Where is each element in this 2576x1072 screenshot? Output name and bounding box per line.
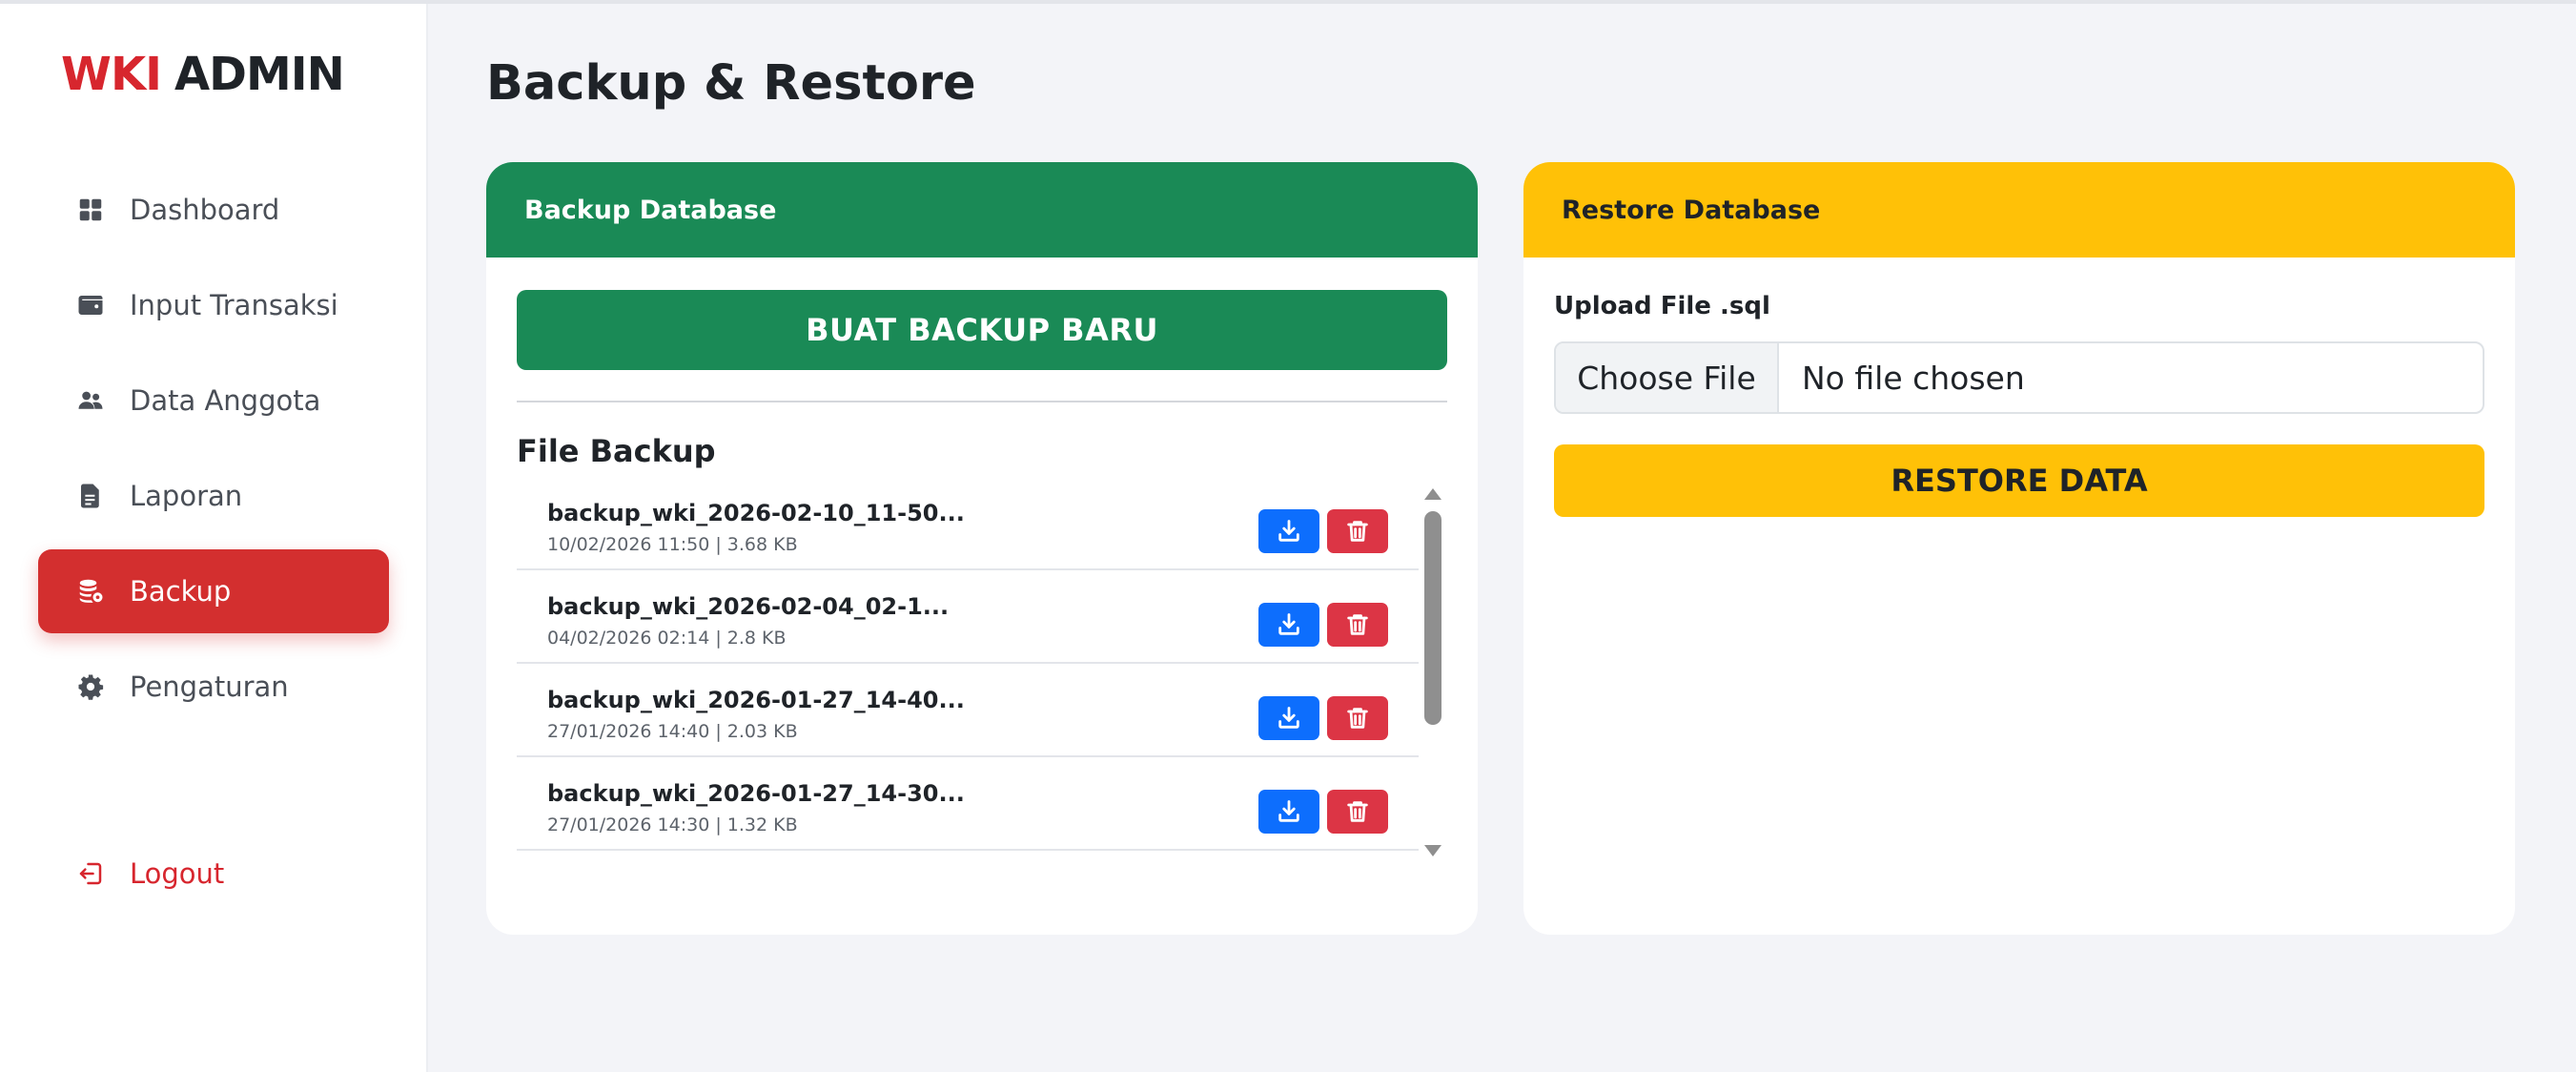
backup-file-meta: 10/02/2026 11:50 | 3.68 KB [547, 534, 798, 555]
download-icon [1278, 707, 1299, 729]
download-button[interactable] [1258, 696, 1319, 740]
sidebar-item-input-transaksi[interactable]: Input Transaksi [38, 263, 389, 347]
create-backup-button[interactable]: BUAT BACKUP BARU [517, 290, 1447, 370]
delete-button[interactable] [1327, 603, 1388, 647]
download-button[interactable] [1258, 790, 1319, 834]
users-icon [76, 386, 105, 415]
download-icon [1278, 800, 1299, 822]
sidebar-item-laporan[interactable]: Laporan [38, 454, 389, 538]
sidebar-item-data-anggota[interactable]: Data Anggota [38, 359, 389, 443]
backup-file-row: backup_wki_2026-01-27_14-40... 27/01/202… [517, 664, 1419, 757]
backup-file-list: backup_wki_2026-02-10_11-50... 10/02/202… [517, 477, 1419, 858]
app-root: WKI ADMIN Dashboard Input Transaksi Data … [0, 0, 2576, 1072]
logout-label: Logout [130, 857, 225, 890]
download-button[interactable] [1258, 509, 1319, 553]
upload-file-label: Upload File .sql [1554, 292, 1770, 320]
download-icon [1278, 613, 1299, 635]
backup-file-name: backup_wki_2026-01-27_14-30... [547, 780, 965, 807]
scroll-up-arrow-icon[interactable] [1424, 488, 1441, 500]
delete-button[interactable] [1327, 509, 1388, 553]
brand-logo[interactable]: WKI ADMIN [61, 48, 345, 101]
gear-icon [76, 672, 105, 701]
sidebar-item-label: Laporan [130, 480, 243, 512]
sidebar-item-label: Dashboard [130, 194, 280, 226]
backup-file-name: backup_wki_2026-02-04_02-1... [547, 593, 950, 620]
logout-icon [76, 859, 105, 888]
trash-icon [1347, 521, 1368, 542]
backup-file-name: backup_wki_2026-02-10_11-50... [547, 500, 965, 526]
backup-file-meta: 04/02/2026 02:14 | 2.8 KB [547, 628, 787, 649]
brand-part-1: WKI [61, 48, 162, 101]
delete-button[interactable] [1327, 696, 1388, 740]
grid-icon [76, 196, 105, 224]
scroll-thumb[interactable] [1424, 511, 1441, 725]
sidebar-item-dashboard[interactable]: Dashboard [38, 168, 389, 252]
sidebar-item-backup[interactable]: Backup [38, 549, 389, 633]
backup-file-row: backup_wki_2026-01-27_14-30... 27/01/202… [517, 757, 1419, 851]
choose-file-button[interactable]: Choose File [1556, 343, 1779, 412]
backup-file-name: backup_wki_2026-01-27_14-40... [547, 687, 965, 713]
file-backup-title: File Backup [517, 433, 716, 469]
sidebar-item-logout[interactable]: Logout [38, 832, 389, 916]
sidebar-item-label: Input Transaksi [130, 289, 338, 321]
sql-file-input[interactable]: Choose File No file chosen [1554, 341, 2484, 414]
download-icon [1278, 520, 1299, 542]
sidebar-item-label: Data Anggota [130, 384, 321, 417]
delete-button[interactable] [1327, 790, 1388, 834]
brand-part-2: ADMIN [174, 48, 345, 101]
sidebar: WKI ADMIN Dashboard Input Transaksi Data … [0, 4, 428, 1072]
trash-icon [1347, 801, 1368, 822]
file-icon [76, 482, 105, 510]
restore-card: Restore Database Upload File .sql Choose… [1523, 162, 2515, 935]
file-list-scrollbar[interactable] [1419, 488, 1447, 858]
backup-card-header: Backup Database [486, 162, 1478, 258]
backup-card: Backup Database BUAT BACKUP BARU File Ba… [486, 162, 1478, 935]
divider [517, 401, 1447, 402]
sidebar-item-label: Pengaturan [130, 670, 289, 703]
backup-file-row: backup_wki_2026-02-04_02-1... 04/02/2026… [517, 570, 1419, 664]
sidebar-item-pengaturan[interactable]: Pengaturan [38, 645, 389, 729]
restore-data-button[interactable]: RESTORE DATA [1554, 444, 2484, 517]
scroll-down-arrow-icon[interactable] [1424, 845, 1441, 856]
sidebar-item-label: Backup [130, 575, 232, 608]
restore-card-header: Restore Database [1523, 162, 2515, 258]
database-icon [76, 577, 105, 606]
backup-file-meta: 27/01/2026 14:40 | 2.03 KB [547, 721, 798, 742]
backup-file-row: backup_wki_2026-02-10_11-50... 10/02/202… [517, 477, 1419, 570]
page-title: Backup & Restore [486, 55, 976, 112]
download-button[interactable] [1258, 603, 1319, 647]
trash-icon [1347, 614, 1368, 635]
backup-file-meta: 27/01/2026 14:30 | 1.32 KB [547, 814, 798, 835]
trash-icon [1347, 708, 1368, 729]
file-status-text: No file chosen [1802, 359, 2025, 397]
wallet-icon [76, 291, 105, 320]
